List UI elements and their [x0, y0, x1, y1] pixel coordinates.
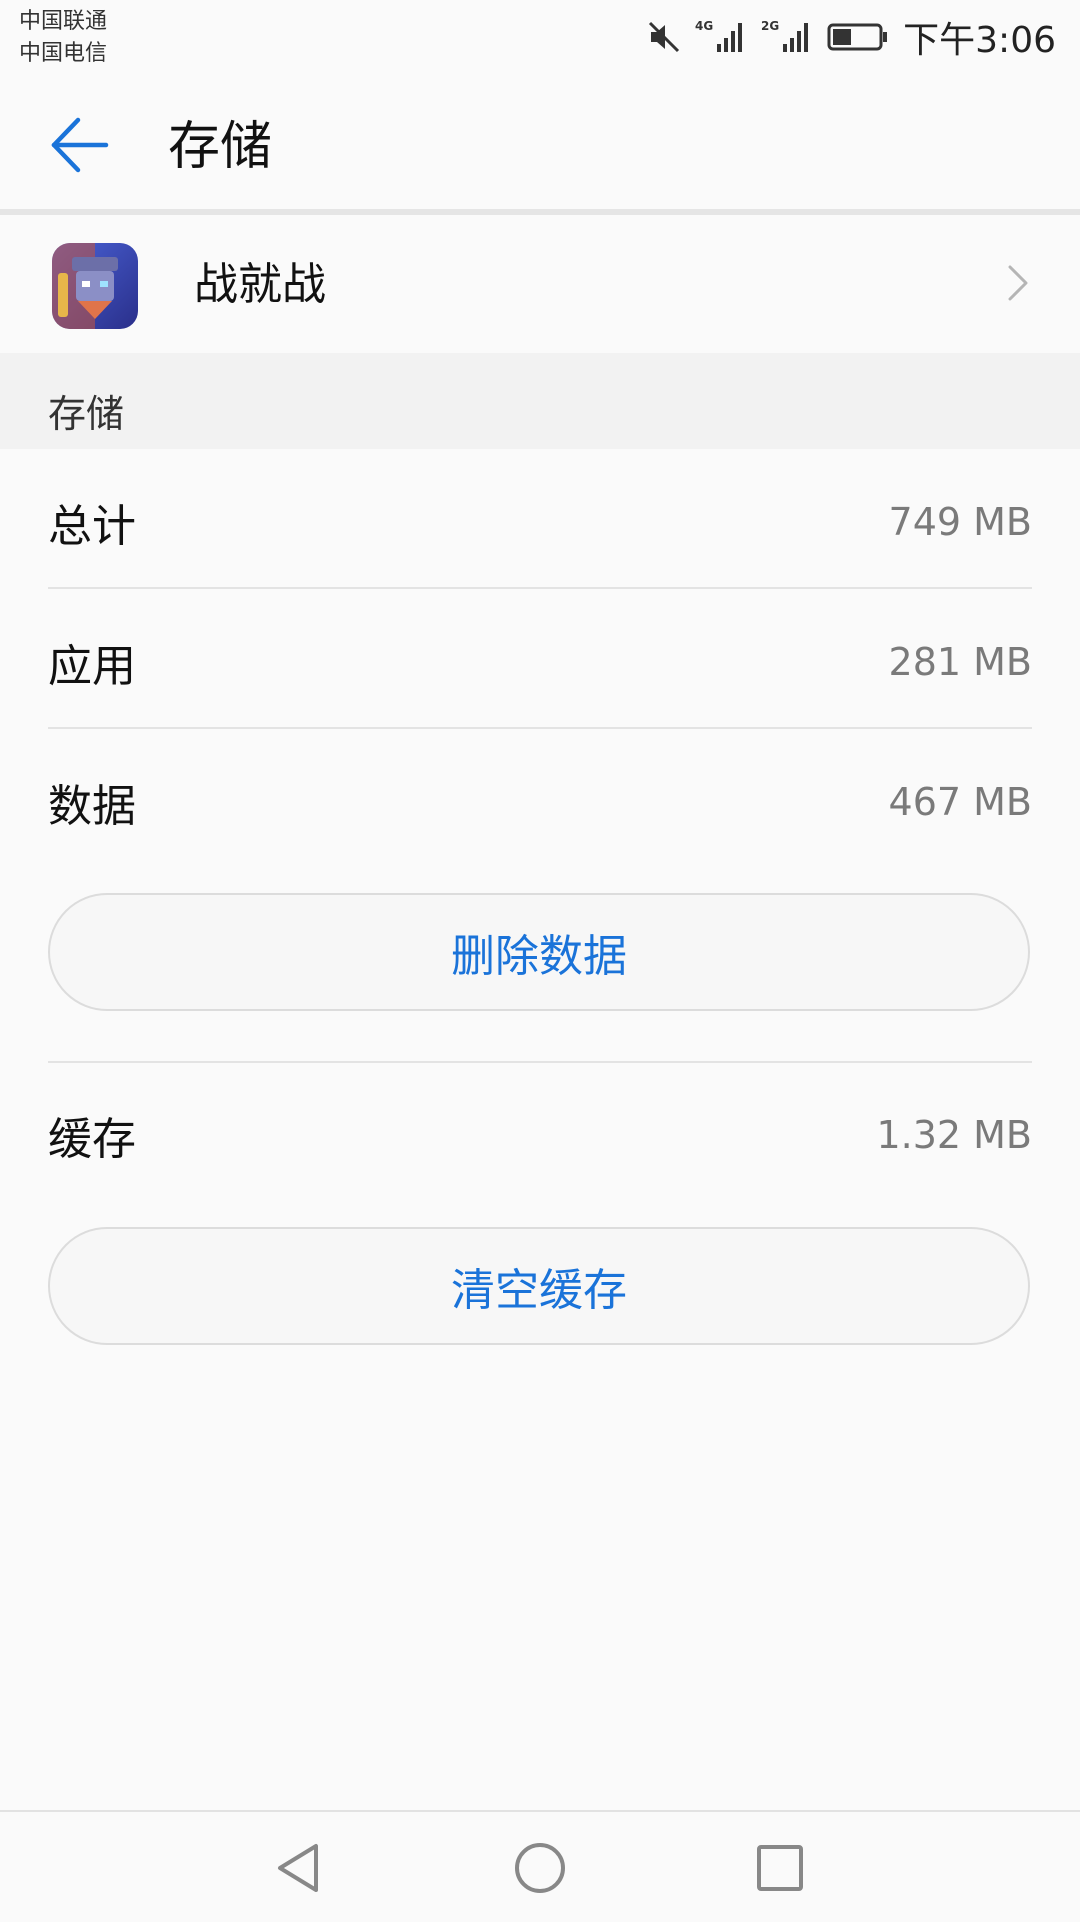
total-label: 总计	[48, 501, 136, 552]
app-info-row[interactable]: 战就战	[0, 215, 1080, 353]
back-button[interactable]	[44, 110, 114, 180]
svg-text:4G: 4G	[695, 19, 713, 33]
section-title: 存储	[48, 392, 125, 436]
carrier-1: 中国联通	[19, 9, 108, 34]
circle-home-icon	[515, 1843, 565, 1893]
square-recents-icon	[757, 1845, 803, 1891]
status-icons: 4G 2G 下午3:06	[647, 10, 1056, 64]
app-size-label: 应用	[48, 641, 136, 692]
nav-home-button[interactable]	[510, 1838, 570, 1898]
nav-back-button[interactable]	[270, 1838, 330, 1898]
cache-label: 缓存	[48, 1114, 136, 1165]
data-size-row: 数据 467 MB	[48, 732, 1032, 872]
mute-icon	[647, 20, 681, 54]
battery-icon	[827, 22, 889, 52]
total-value: 749 MB	[888, 500, 1032, 544]
cache-value: 1.32 MB	[876, 1113, 1032, 1157]
delete-data-label: 删除数据	[451, 931, 627, 982]
clear-cache-label: 清空缓存	[451, 1265, 627, 1316]
carrier-info: 中国联通 中国电信	[19, 6, 107, 70]
cache-row: 缓存 1.32 MB	[48, 1065, 1032, 1205]
status-bar: 中国联通 中国电信 4G 2G 下午3:06	[0, 0, 1080, 74]
divider	[48, 587, 1032, 589]
data-size-label: 数据	[48, 781, 136, 832]
back-arrow-icon	[51, 117, 109, 173]
chevron-right-icon	[1006, 263, 1030, 307]
nav-recents-button[interactable]	[750, 1838, 810, 1898]
signal-2g-icon: 2G	[761, 18, 813, 56]
section-header: 存储	[0, 353, 1080, 449]
clock: 下午3:06	[903, 20, 1056, 61]
delete-data-button[interactable]: 删除数据	[48, 893, 1030, 1011]
svg-text:2G: 2G	[761, 19, 779, 33]
page-title: 存储	[168, 117, 273, 177]
total-row: 总计 749 MB	[48, 452, 1032, 592]
divider	[48, 1061, 1032, 1063]
divider	[48, 727, 1032, 729]
app-size-value: 281 MB	[888, 640, 1032, 684]
app-name: 战就战	[194, 259, 326, 310]
triangle-back-icon	[278, 1844, 318, 1892]
app-bar: 存储	[0, 74, 1080, 210]
app-size-row: 应用 281 MB	[48, 592, 1032, 732]
signal-4g-icon: 4G	[695, 18, 747, 56]
clear-cache-button[interactable]: 清空缓存	[48, 1227, 1030, 1345]
navigation-bar	[0, 1810, 1080, 1922]
app-icon	[52, 243, 138, 329]
carrier-2: 中国电信	[19, 41, 108, 66]
data-size-value: 467 MB	[888, 780, 1032, 824]
